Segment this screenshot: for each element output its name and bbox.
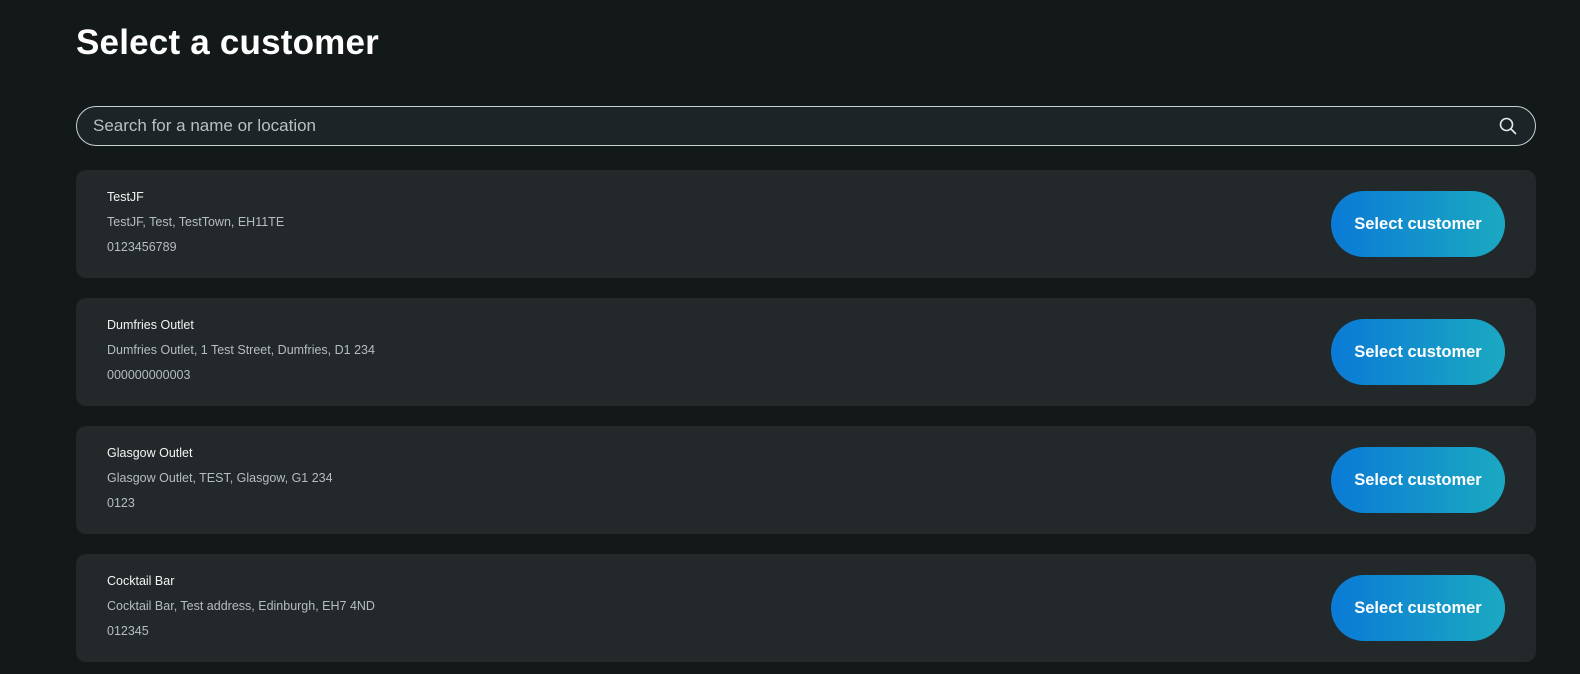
customer-card: Cocktail Bar Cocktail Bar, Test address,… (76, 554, 1536, 662)
customer-phone: 0123456789 (107, 240, 177, 254)
page-title: Select a customer (76, 23, 379, 62)
search-bar[interactable] (76, 106, 1536, 146)
customer-card: Glasgow Outlet Glasgow Outlet, TEST, Gla… (76, 426, 1536, 534)
customer-card: TestJF TestJF, Test, TestTown, EH11TE 01… (76, 170, 1536, 278)
customer-name: Glasgow Outlet (107, 446, 193, 460)
select-customer-button[interactable]: Select customer (1331, 191, 1505, 257)
customer-phone: 0123 (107, 496, 135, 510)
customer-phone: 000000000003 (107, 368, 191, 382)
customer-name: Cocktail Bar (107, 574, 175, 588)
customer-info: Cocktail Bar Cocktail Bar, Test address,… (107, 573, 375, 639)
select-customer-button[interactable]: Select customer (1331, 575, 1505, 641)
select-customer-button[interactable]: Select customer (1331, 447, 1505, 513)
customer-address: Dumfries Outlet, 1 Test Street, Dumfries… (107, 343, 375, 357)
select-customer-button[interactable]: Select customer (1331, 319, 1505, 385)
customer-select-page: Select a customer TestJF TestJF, Test, T… (0, 0, 1580, 674)
search-icon[interactable] (1497, 115, 1519, 137)
customer-address: Glasgow Outlet, TEST, Glasgow, G1 234 (107, 471, 333, 485)
customer-card: Dumfries Outlet Dumfries Outlet, 1 Test … (76, 298, 1536, 406)
search-input[interactable] (77, 107, 1497, 145)
customer-info: Dumfries Outlet Dumfries Outlet, 1 Test … (107, 317, 375, 383)
customer-list: TestJF TestJF, Test, TestTown, EH11TE 01… (76, 170, 1536, 674)
customer-info: Glasgow Outlet Glasgow Outlet, TEST, Gla… (107, 445, 333, 511)
customer-address: TestJF, Test, TestTown, EH11TE (107, 215, 285, 229)
customer-phone: 012345 (107, 624, 149, 638)
customer-address: Cocktail Bar, Test address, Edinburgh, E… (107, 599, 375, 613)
customer-info: TestJF TestJF, Test, TestTown, EH11TE 01… (107, 189, 284, 255)
customer-name: Dumfries Outlet (107, 318, 194, 332)
customer-name: TestJF (107, 190, 144, 204)
